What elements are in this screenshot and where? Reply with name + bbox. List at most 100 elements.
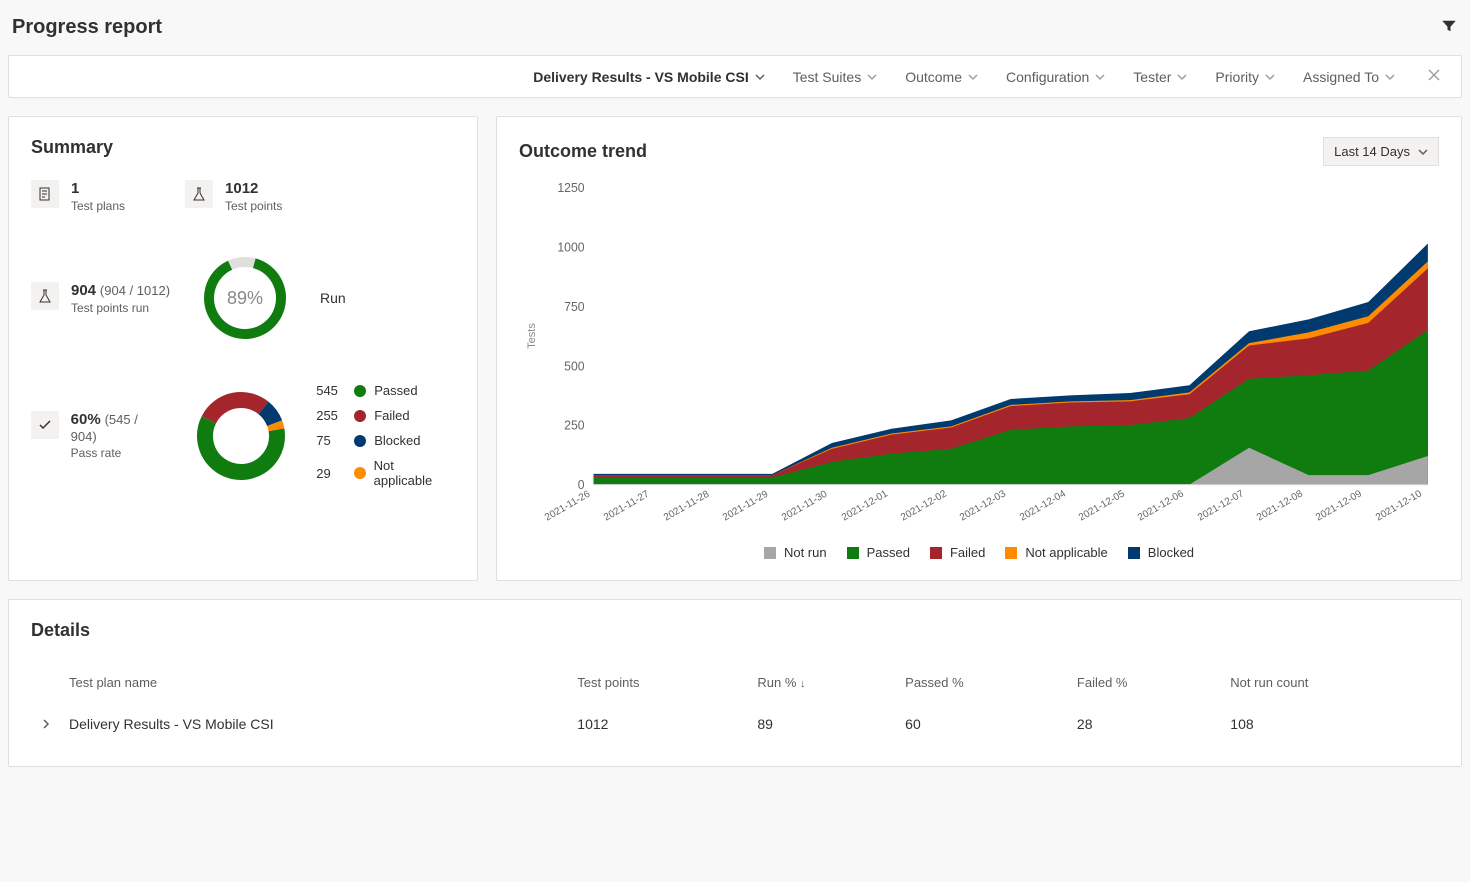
chevron-down-icon [755,72,765,82]
legend-na-label: Not applicable [1025,545,1107,560]
stat-test-points: 1012 Test points [185,180,282,213]
legend-blocked: 75 Blocked [316,433,455,448]
filter-suites[interactable]: Test Suites [793,69,877,85]
table-row[interactable]: Delivery Results - VS Mobile CSI 1012 89… [31,702,1439,746]
run-label: Test points run [71,301,170,315]
swatch-blocked [1128,547,1140,559]
filter-assigned-to[interactable]: Assigned To [1303,69,1395,85]
swatch-na [354,467,366,479]
swatch-notrun [764,547,776,559]
details-table: Test plan name Test points Run % ↓ Passe… [31,663,1439,746]
run-percent: 89% [200,253,290,343]
summary-title: Summary [31,137,455,158]
pass-donut [196,391,286,481]
legend-na: Not applicable [1005,545,1107,560]
range-select[interactable]: Last 14 Days [1323,137,1439,166]
legend-passed: 545 Passed [316,383,455,398]
legend-blocked-label: Blocked [374,433,420,448]
svg-text:1250: 1250 [557,181,584,195]
legend-passed-count: 545 [316,383,346,398]
flask-icon [185,180,213,208]
legend-na-label: Not applicable [374,458,455,488]
legend-failed: 255 Failed [316,408,455,423]
test-points-label: Test points [225,199,282,213]
x-axis-labels: 2021-11-262021-11-272021-11-282021-11-29… [519,500,1439,511]
stat-pass-rate: 60% (545 / 904) Pass rate [31,411,166,460]
stat-test-points-run: 904 (904 / 1012) Test points run [31,282,170,315]
col-name[interactable]: Test plan name [61,663,569,702]
test-points-value: 1012 [225,180,282,197]
filter-outcome[interactable]: Outcome [905,69,978,85]
svg-text:750: 750 [564,300,585,314]
pass-value: 60% [71,411,101,428]
close-icon[interactable] [1423,68,1445,85]
expand-row-icon[interactable] [31,702,61,746]
run-value: 904 [71,282,96,299]
legend-blocked-label: Blocked [1148,545,1194,560]
swatch-failed [930,547,942,559]
chevron-down-icon [1265,72,1275,82]
swatch-na [1005,547,1017,559]
svg-text:250: 250 [564,419,585,433]
filter-bar: Delivery Results - VS Mobile CSI Test Su… [8,55,1462,98]
legend-not-run-label: Not run [784,545,827,560]
range-label: Last 14 Days [1334,144,1410,159]
trend-title: Outcome trend [519,141,647,162]
filter-configuration-label: Configuration [1006,69,1089,85]
check-icon [31,411,59,439]
pass-legend: 545 Passed 255 Failed 75 Blocked 29 [316,383,455,488]
svg-text:1000: 1000 [557,240,584,254]
legend-not-run: Not run [764,545,827,560]
cell-failed-pct: 28 [1069,702,1222,746]
legend-failed: Failed [930,545,985,560]
filter-assigned-to-label: Assigned To [1303,69,1379,85]
col-points[interactable]: Test points [569,663,749,702]
filter-priority-label: Priority [1215,69,1259,85]
legend-na-count: 29 [316,466,346,481]
chevron-down-icon [1385,72,1395,82]
svg-text:500: 500 [564,359,585,373]
chevron-down-icon [968,72,978,82]
flask-icon [31,282,59,310]
details-title: Details [31,620,1439,641]
legend-blocked: Blocked [1128,545,1194,560]
run-donut: 89% [200,253,290,343]
col-not-run[interactable]: Not run count [1222,663,1439,702]
pass-label: Pass rate [71,446,167,460]
clipboard-icon [31,180,59,208]
cell-run-pct: 89 [749,702,897,746]
col-run-pct[interactable]: Run % ↓ [749,663,897,702]
filter-configuration[interactable]: Configuration [1006,69,1105,85]
sort-down-icon: ↓ [800,678,806,690]
legend-failed-label: Failed [374,408,409,423]
trend-card: Outcome trend Last 14 Days Tests 0250500… [496,116,1462,581]
swatch-failed [354,410,366,422]
swatch-passed [354,385,366,397]
chevron-down-icon [1418,147,1428,157]
filter-tester-label: Tester [1133,69,1171,85]
chart-legend: Not run Passed Failed Not applicable Blo… [519,545,1439,560]
filter-priority[interactable]: Priority [1215,69,1275,85]
col-failed-pct[interactable]: Failed % [1069,663,1222,702]
outcome-chart: Tests 025050075010001250 [519,176,1439,496]
run-percent-label: Run [320,290,346,306]
legend-na: 29 Not applicable [316,458,455,488]
legend-blocked-count: 75 [316,433,346,448]
legend-passed-label: Passed [374,383,417,398]
filter-plan-label: Delivery Results - VS Mobile CSI [533,69,749,85]
filter-plan[interactable]: Delivery Results - VS Mobile CSI [533,69,765,85]
col-passed-pct[interactable]: Passed % [897,663,1069,702]
test-plans-value: 1 [71,180,125,197]
cell-name: Delivery Results - VS Mobile CSI [61,702,569,746]
legend-failed-label: Failed [950,545,985,560]
page-title: Progress report [12,16,162,39]
filter-icon[interactable] [1440,17,1458,38]
chevron-down-icon [1177,72,1187,82]
filter-outcome-label: Outcome [905,69,962,85]
filter-suites-label: Test Suites [793,69,861,85]
stat-test-plans: 1 Test plans [31,180,125,213]
test-plans-label: Test plans [71,199,125,213]
chevron-down-icon [1095,72,1105,82]
legend-failed-count: 255 [316,408,346,423]
filter-tester[interactable]: Tester [1133,69,1187,85]
